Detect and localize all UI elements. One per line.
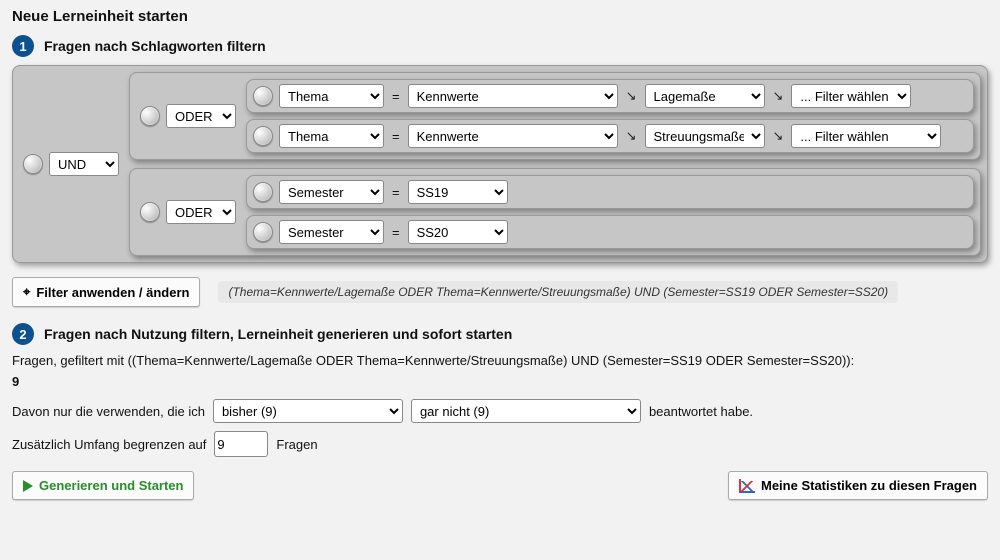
outer-logic-cell: UND: [19, 152, 123, 176]
filter-group-1: ODER Semester = SS19 Semester = SS20: [129, 168, 981, 256]
generate-start-button[interactable]: Generieren und Starten: [12, 471, 194, 500]
equals-label: =: [390, 129, 402, 144]
stats-button-label: Meine Statistiken zu diesen Fragen: [761, 478, 977, 493]
chevron-down-icon: ↘: [771, 128, 786, 144]
usage-prefix: Davon nur die verwenden, die ich: [12, 404, 205, 419]
limit-suffix: Fragen: [276, 437, 317, 452]
filter-row: Thema = Kennwerte ↘ Streuungsmaße ↘ ... …: [246, 119, 974, 153]
footer-row: Generieren und Starten Meine Statistiken…: [12, 471, 988, 500]
groups-column: ODER Thema = Kennwerte ↘ Lagemaße ↘ ... …: [129, 72, 981, 256]
field-select[interactable]: Semester: [279, 180, 384, 204]
equals-label: =: [390, 185, 402, 200]
filter-group-0: ODER Thema = Kennwerte ↘ Lagemaße ↘ ... …: [129, 72, 981, 160]
gear-icon[interactable]: [140, 202, 160, 222]
generate-start-label: Generieren und Starten: [39, 478, 183, 493]
filter-row: Semester = SS19: [246, 175, 974, 209]
apply-row: ⌖ Filter anwenden / ändern (Thema=Kennwe…: [12, 277, 988, 307]
limit-row: Zusätzlich Umfang begrenzen auf Fragen: [12, 431, 988, 457]
subvalue2-select[interactable]: ... Filter wählen: [791, 124, 941, 148]
usage-row: Davon nur die verwenden, die ich bisher …: [12, 399, 988, 423]
apply-filter-button[interactable]: ⌖ Filter anwenden / ändern: [12, 277, 200, 307]
filter-row: Thema = Kennwerte ↘ Lagemaße ↘ ... Filte…: [246, 79, 974, 113]
funnel-icon: ⌖: [23, 284, 30, 300]
play-icon: [23, 480, 33, 492]
page-root: Neue Lerneinheit starten 1 Fragen nach S…: [0, 0, 1000, 512]
outer-logic-select[interactable]: UND: [49, 152, 119, 176]
equals-label: =: [390, 89, 402, 104]
usage-select-1[interactable]: bisher (9): [213, 399, 403, 423]
gear-icon[interactable]: [253, 86, 273, 106]
group1-logic-cell: ODER: [136, 200, 240, 224]
chevron-down-icon: ↘: [624, 128, 639, 144]
step2-badge: 2: [12, 323, 34, 345]
field-select[interactable]: Thema: [279, 84, 384, 108]
gear-icon[interactable]: [253, 182, 273, 202]
gear-icon[interactable]: [253, 222, 273, 242]
group0-logic-cell: ODER: [136, 104, 240, 128]
group0-logic-select[interactable]: ODER: [166, 104, 236, 128]
field-select[interactable]: Semester: [279, 220, 384, 244]
step1-badge: 1: [12, 35, 34, 57]
value-select[interactable]: Kennwerte: [408, 124, 618, 148]
filter-outer-panel: UND ODER Thema = Kennwerte: [12, 65, 988, 263]
group0-lines: Thema = Kennwerte ↘ Lagemaße ↘ ... Filte…: [246, 79, 974, 153]
subvalue2-select[interactable]: ... Filter wählen: [791, 84, 911, 108]
step1-title: Fragen nach Schlagworten filtern: [44, 38, 266, 54]
value-select[interactable]: SS19: [408, 180, 508, 204]
field-select[interactable]: Thema: [279, 124, 384, 148]
group1-lines: Semester = SS19 Semester = SS20: [246, 175, 974, 249]
limit-prefix: Zusätzlich Umfang begrenzen auf: [12, 437, 206, 452]
stats-button[interactable]: Meine Statistiken zu diesen Fragen: [728, 471, 988, 500]
value-select[interactable]: SS20: [408, 220, 508, 244]
equals-label: =: [390, 225, 402, 240]
filter-row: Semester = SS20: [246, 215, 974, 249]
apply-filter-label: Filter anwenden / ändern: [36, 285, 189, 300]
filtered-label: Fragen, gefiltert mit ((Thema=Kennwerte/…: [12, 353, 988, 368]
filtered-count: 9: [12, 374, 988, 389]
filter-summary: (Thema=Kennwerte/Lagemaße ODER Thema=Ken…: [218, 281, 898, 303]
page-title: Neue Lerneinheit starten: [12, 8, 988, 25]
chevron-down-icon: ↘: [624, 88, 639, 104]
subvalue-select[interactable]: Streuungsmaße: [645, 124, 765, 148]
step2-title: Fragen nach Nutzung filtern, Lerneinheit…: [44, 326, 512, 342]
gear-icon[interactable]: [140, 106, 160, 126]
usage-suffix: beantwortet habe.: [649, 404, 753, 419]
step1-header: 1 Fragen nach Schlagworten filtern: [12, 35, 988, 57]
value-select[interactable]: Kennwerte: [408, 84, 618, 108]
step2-header: 2 Fragen nach Nutzung filtern, Lerneinhe…: [12, 323, 988, 345]
subvalue-select[interactable]: Lagemaße: [645, 84, 765, 108]
gear-icon[interactable]: [253, 126, 273, 146]
group1-logic-select[interactable]: ODER: [166, 200, 236, 224]
limit-input[interactable]: [214, 431, 268, 457]
chart-icon: [739, 479, 755, 493]
chevron-down-icon: ↘: [771, 88, 786, 104]
usage-select-2[interactable]: gar nicht (9): [411, 399, 641, 423]
gear-icon[interactable]: [23, 154, 43, 174]
